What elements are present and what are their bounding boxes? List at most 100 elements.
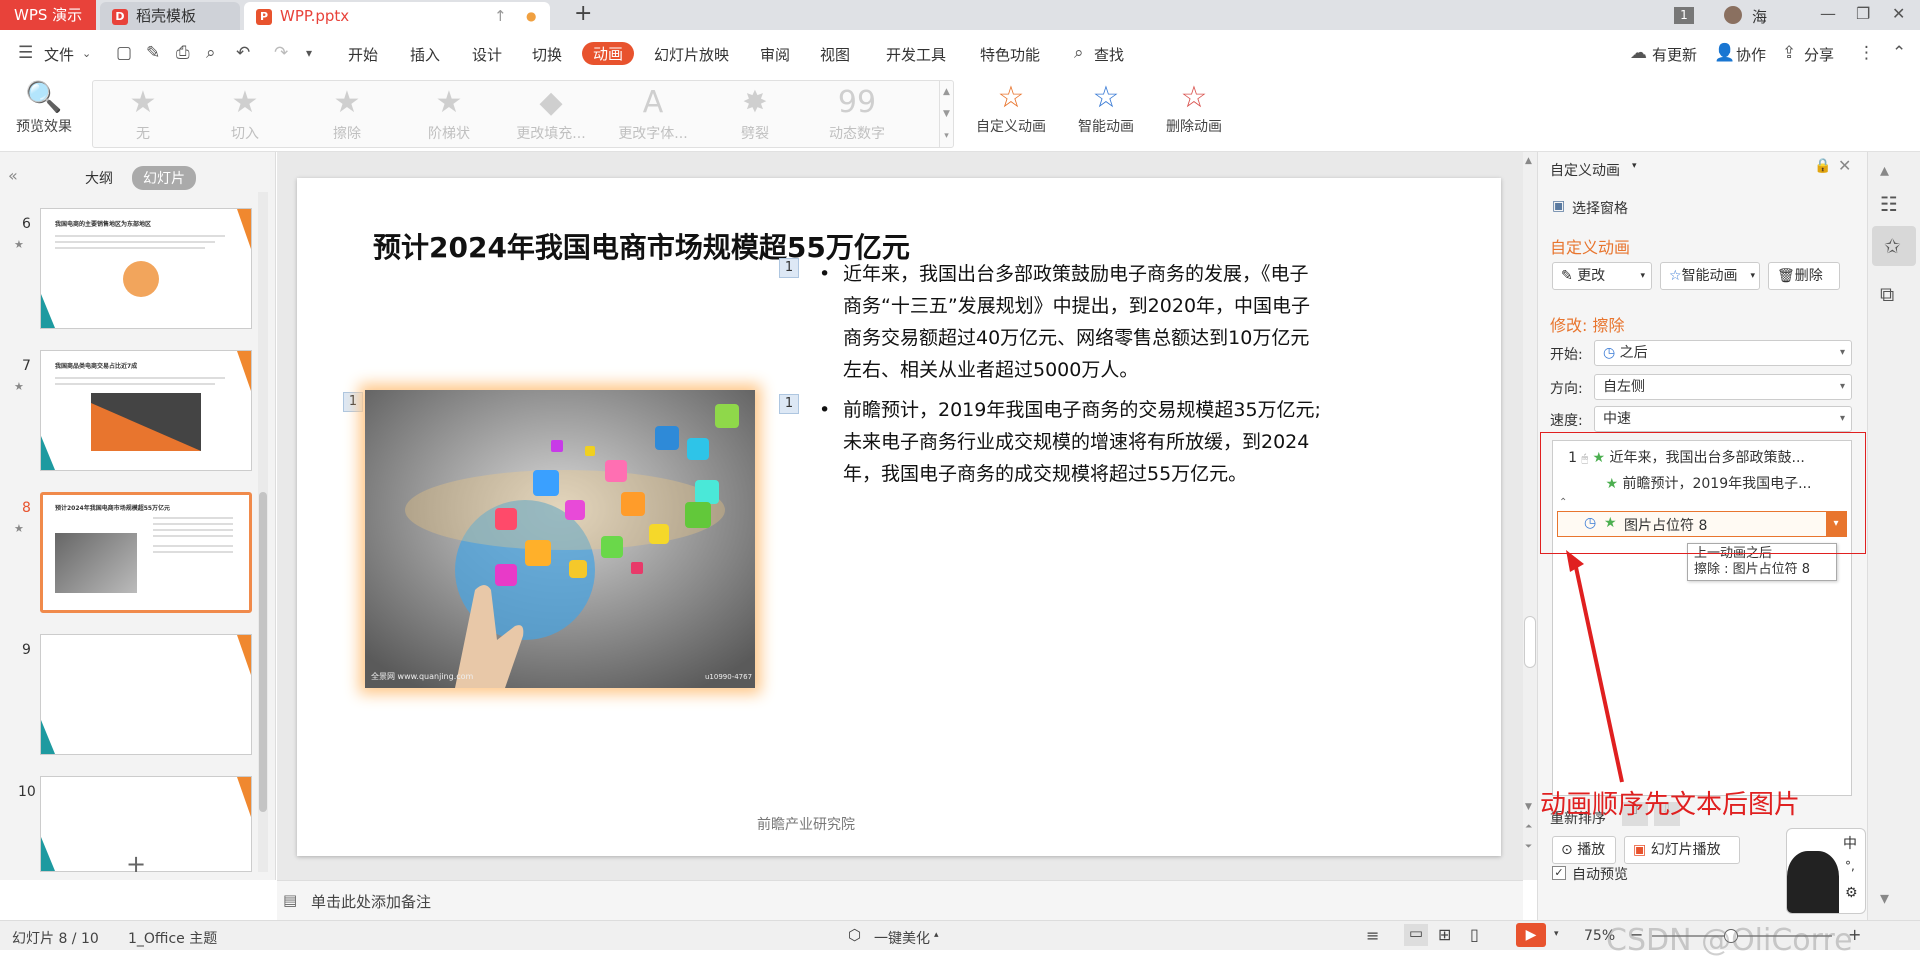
add-slide-plus-icon[interactable]: + — [126, 850, 146, 878]
close-icon[interactable]: ✕ — [1838, 156, 1851, 175]
gallery-wipe[interactable]: ★ 擦除 — [297, 83, 397, 143]
tab-outline[interactable]: 大纲 — [74, 166, 124, 190]
change-button[interactable]: ✎ 更改 ▾ — [1552, 262, 1652, 290]
panel-header[interactable]: 自定义动画 — [1550, 160, 1620, 180]
slide-thumbnail-selected[interactable]: 预计2024年我国电商市场规模超55万亿元 — [40, 492, 252, 613]
wps-app-tab[interactable]: WPS 演示 — [0, 0, 96, 30]
image-animation-badge[interactable]: 1 — [343, 392, 363, 412]
gallery-scroll[interactable]: ▲ ▼ ▾ — [939, 81, 953, 147]
notes-placeholder[interactable]: 单击此处添加备注 — [311, 891, 431, 912]
smart-animation-button[interactable]: ☆ 智能动画 — [1066, 80, 1146, 136]
redo-icon[interactable]: ↷ — [274, 43, 288, 63]
scroll-up-icon[interactable]: ▴ — [1880, 160, 1889, 181]
chevron-down-icon[interactable]: ▾ — [1554, 929, 1559, 939]
save-icon[interactable]: ▢ — [116, 43, 132, 63]
slide-thumbnail[interactable] — [40, 634, 252, 755]
smart-animation-button[interactable]: ☆智能动画 ▾ — [1660, 262, 1760, 290]
minimize-icon[interactable]: — — [1820, 0, 1836, 28]
collapse-panel-icon[interactable]: « — [8, 166, 18, 185]
format-painter-icon[interactable]: ✎ — [146, 43, 160, 63]
slide[interactable]: 预计2024年我国电商市场规模超55万亿元 1 全景网 www.quanjing… — [297, 178, 1501, 856]
menu-home[interactable]: 开始 — [348, 44, 378, 65]
next-slide-icon[interactable]: ⏷ — [1525, 842, 1532, 852]
scroll-down-icon[interactable]: ▾ — [1880, 888, 1889, 909]
delete-animation-button[interactable]: ☆ 删除动画 — [1154, 80, 1234, 136]
collaborate-icon[interactable]: 👤 — [1714, 43, 1735, 63]
delete-button[interactable]: 🗑删除 — [1768, 262, 1840, 290]
menu-review[interactable]: 审阅 — [760, 44, 790, 65]
properties-icon[interactable]: ☷ — [1880, 192, 1898, 216]
scroll-thumb[interactable] — [259, 492, 267, 812]
scroll-up-icon[interactable]: ▲ — [1525, 156, 1532, 166]
panel-scrollbar[interactable] — [258, 192, 268, 872]
reading-view-icon[interactable]: ▯ — [1470, 925, 1479, 944]
notes-area[interactable]: ▤ 单击此处添加备注 — [277, 880, 1523, 920]
beautify-button[interactable]: 一键美化 — [874, 928, 930, 948]
collaborate-button[interactable]: 协作 — [1736, 44, 1766, 65]
play-button[interactable]: ⊙ 播放 — [1552, 836, 1616, 864]
menu-insert[interactable]: 插入 — [410, 44, 440, 65]
gallery-split[interactable]: ✸ 劈裂 — [705, 83, 805, 143]
slide-thumbnail[interactable]: 我国电商的主要销售地区为东部地区 — [40, 208, 252, 329]
slideshow-button[interactable]: ▣ 幻灯片播放 — [1624, 836, 1740, 864]
ime-chinese-icon[interactable]: 中 — [1843, 833, 1857, 853]
print-icon[interactable]: ⎙ — [176, 43, 190, 63]
preview-effect-button[interactable]: 🔍 预览效果 — [10, 80, 78, 136]
tab-slides[interactable]: 幻灯片 — [132, 166, 196, 190]
prev-slide-icon[interactable]: ⏶ — [1525, 822, 1532, 832]
cloud-sync-icon[interactable]: ☁ — [1630, 43, 1647, 63]
custom-animation-button[interactable]: ☆ 自定义动画 — [970, 80, 1052, 136]
gallery-none[interactable]: ★ 无 — [93, 83, 193, 143]
paragraph-1[interactable]: • 近年来，我国出台多部政策鼓励电子商务的发展，《电子商务“十三五”发展规划》中… — [819, 258, 1323, 386]
lock-icon[interactable]: 🔒 — [1814, 158, 1831, 174]
text-animation-badge[interactable]: 1 — [779, 258, 799, 278]
new-tab-plus-icon[interactable]: + — [574, 0, 592, 28]
menu-view[interactable]: 视图 — [820, 44, 850, 65]
normal-view-icon[interactable]: ▭ — [1404, 924, 1428, 946]
menu-animation[interactable]: 动画 — [582, 42, 635, 65]
menu-features[interactable]: 特色功能 — [980, 44, 1040, 65]
close-icon[interactable]: ✕ — [1892, 0, 1905, 28]
tab-wpp-pptx[interactable]: P WPP.pptx ↑ ● — [244, 2, 550, 30]
restore-icon[interactable]: ❐ — [1856, 0, 1870, 28]
slide-sorter-icon[interactable]: ⊞ — [1438, 925, 1451, 944]
menu-file[interactable]: 文件 — [44, 44, 74, 65]
gallery-change-font[interactable]: A 更改字体... — [603, 83, 703, 143]
menu-design[interactable]: 设计 — [472, 44, 502, 65]
direction-select[interactable]: 自左侧 ▾ — [1594, 374, 1852, 400]
paragraph-2[interactable]: • 前瞻预计，2019年我国电子商务的交易规模超35万亿元;未来电子商务行业成交… — [819, 394, 1323, 490]
speed-select[interactable]: 中速 ▾ — [1594, 406, 1852, 432]
chevron-down-icon[interactable]: ⌄ — [82, 47, 91, 60]
ime-punct-icon[interactable]: °, — [1845, 859, 1855, 873]
search-icon[interactable]: ⌕ — [1074, 43, 1084, 63]
more-icon[interactable]: ⋮ — [1858, 43, 1875, 63]
ime-settings-icon[interactable]: ⚙ — [1845, 885, 1858, 901]
menu-transition[interactable]: 切换 — [532, 44, 562, 65]
scroll-down-icon[interactable]: ▼ — [1525, 802, 1532, 812]
animation-tab-active[interactable]: ✩ — [1872, 226, 1916, 266]
text-animation-badge[interactable]: 1 — [779, 394, 799, 414]
slide-image[interactable]: 全景网 www.quanjing.com u10990-4767 — [365, 390, 755, 688]
canvas-scrollbar[interactable]: ▲ ▼ ⏶ ⏷ — [1523, 152, 1537, 880]
share-icon[interactable]: ⇪ — [1782, 43, 1796, 63]
undo-icon[interactable]: ↶ — [236, 43, 250, 63]
hamburger-icon[interactable]: ☰ — [18, 43, 33, 63]
gallery-cut-in[interactable]: ★ 切入 — [195, 83, 295, 143]
chevron-down-icon[interactable]: ▾ — [1632, 161, 1637, 171]
tab-docer-templates[interactable]: D 稻壳模板 — [100, 2, 240, 30]
update-button[interactable]: 有更新 — [1652, 44, 1697, 65]
chevron-up-icon[interactable]: ▴ — [934, 930, 939, 940]
play-slideshow-icon[interactable]: ▶ — [1516, 923, 1546, 947]
quick-access-more-icon[interactable]: ▾ — [306, 46, 312, 60]
slide-thumbnail[interactable]: 我国商品类电商交易占比近7成 — [40, 350, 252, 471]
select-pane-link[interactable]: 选择窗格 — [1572, 198, 1628, 218]
gallery-stairs[interactable]: ★ 阶梯状 — [399, 83, 499, 143]
autopreview-checkbox[interactable]: ✓ — [1552, 866, 1566, 880]
upload-icon[interactable]: ↑ — [494, 2, 507, 30]
collapse-ribbon-icon[interactable]: ⌃ — [1892, 43, 1906, 63]
slide-info[interactable]: 幻灯片 8 / 10 — [12, 928, 99, 948]
gallery-dynamic-number[interactable]: 99 动态数字 — [807, 83, 907, 143]
scroll-thumb[interactable] — [1524, 616, 1536, 668]
share-button[interactable]: 分享 — [1804, 44, 1834, 65]
gallery-change-fill[interactable]: ◆ 更改填充... — [501, 83, 601, 143]
